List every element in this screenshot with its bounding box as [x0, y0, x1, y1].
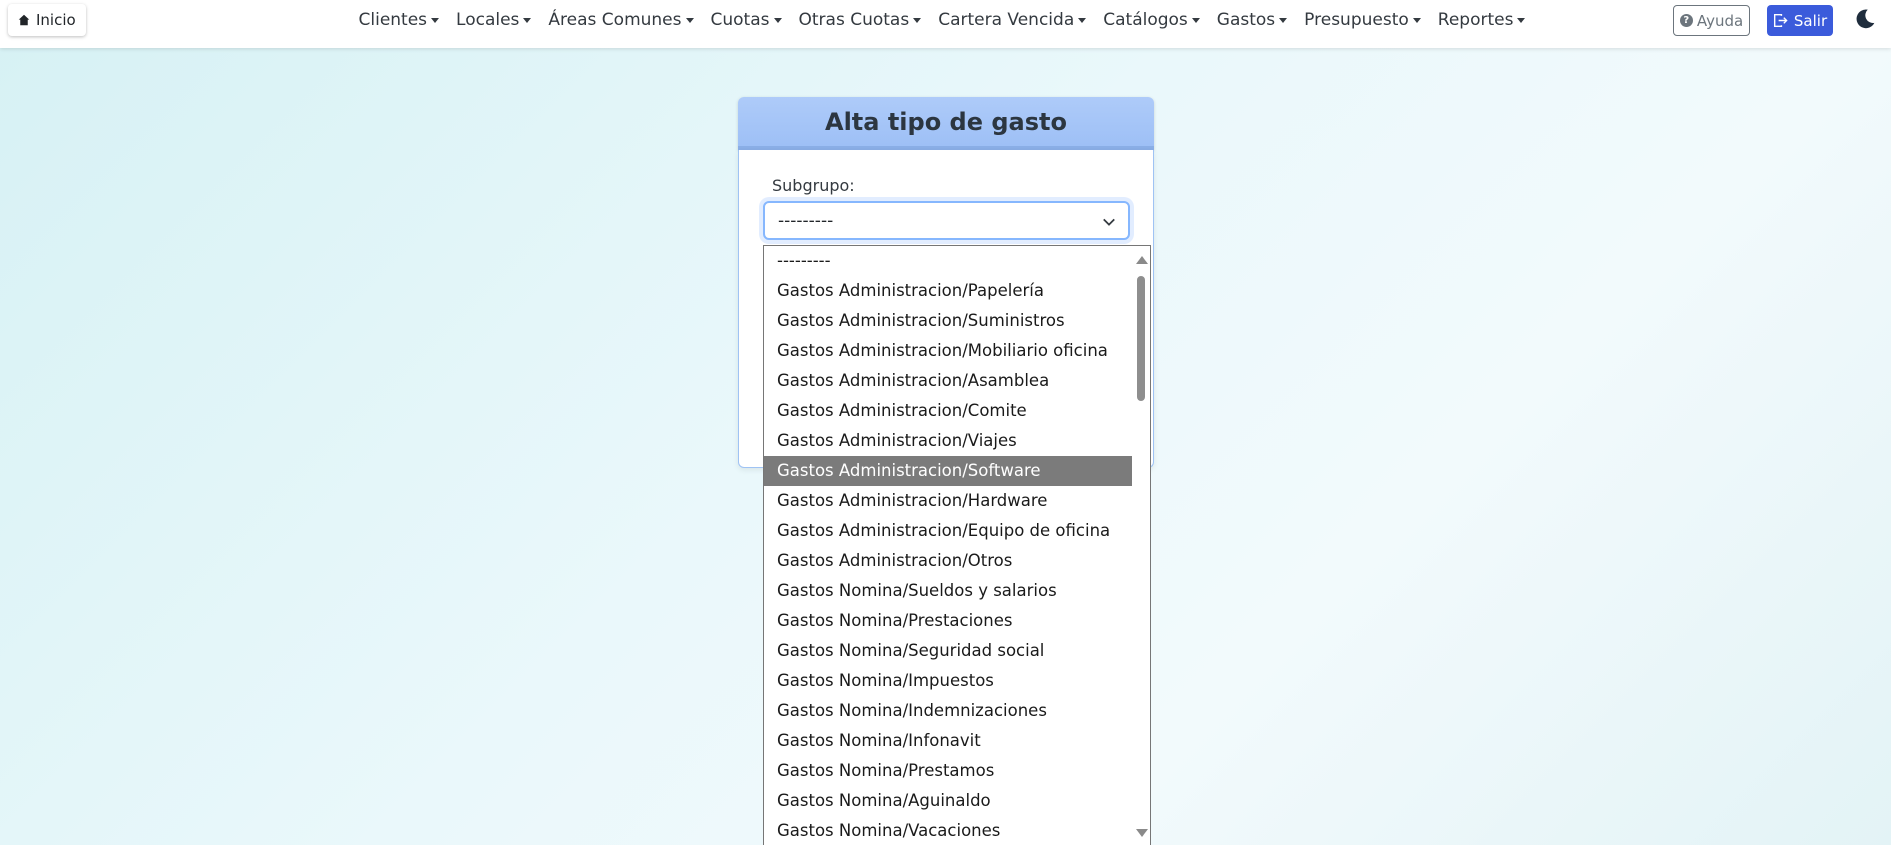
caret-down-icon	[1517, 17, 1526, 23]
caret-down-icon	[1078, 17, 1087, 23]
scroll-down-arrow-icon[interactable]	[1136, 829, 1148, 837]
question-circle-icon: ?	[1679, 14, 1693, 27]
logout-icon	[1773, 13, 1788, 28]
menu-reportes-label: Reportes	[1437, 10, 1514, 30]
help-button[interactable]: ? Ayuda	[1673, 5, 1750, 36]
dropdown-option[interactable]: Gastos Nomina/Vacaciones	[764, 816, 1132, 845]
scroll-up-arrow-icon[interactable]	[1136, 256, 1148, 264]
menu-gastos[interactable]: Gastos	[1208, 10, 1295, 30]
home-button[interactable]: Inicio	[8, 4, 86, 36]
dropdown-option[interactable]: Gastos Administracion/Papelería	[764, 276, 1132, 306]
dropdown-option[interactable]: Gastos Administracion/Hardware	[764, 486, 1132, 516]
caret-down-icon	[1191, 17, 1200, 23]
caret-down-icon	[431, 17, 440, 23]
menu-areas-comunes[interactable]: Áreas Comunes	[540, 10, 702, 30]
chevron-down-icon	[1103, 218, 1115, 226]
menu-cartera-vencida-label: Cartera Vencida	[938, 10, 1075, 30]
menu-otras-cuotas-label: Otras Cuotas	[798, 10, 910, 30]
dropdown-scrollbar[interactable]	[1132, 246, 1150, 845]
caret-down-icon	[523, 17, 532, 23]
main-menu: Clientes Locales Áreas Comunes Cuotas Ot…	[350, 0, 1534, 40]
home-icon	[18, 14, 30, 26]
dropdown-option[interactable]: Gastos Administracion/Viajes	[764, 426, 1132, 456]
dropdown-option[interactable]: Gastos Administracion/Suministros	[764, 306, 1132, 336]
menu-areas-comunes-label: Áreas Comunes	[548, 10, 682, 30]
caret-down-icon	[685, 17, 694, 23]
dropdown-option[interactable]: Gastos Administracion/Comite	[764, 396, 1132, 426]
form-title: Alta tipo de gasto	[825, 107, 1067, 136]
caret-down-icon	[1279, 17, 1288, 23]
dropdown-option[interactable]: Gastos Administracion/Mobiliario oficina	[764, 336, 1132, 366]
menu-cuotas-label: Cuotas	[710, 10, 770, 30]
dropdown-option[interactable]: Gastos Administracion/Software	[764, 456, 1132, 486]
menu-catalogos-label: Catálogos	[1103, 10, 1188, 30]
caret-down-icon	[1412, 17, 1421, 23]
dropdown-option[interactable]: Gastos Nomina/Indemnizaciones	[764, 696, 1132, 726]
dropdown-options: --------- Gastos Administracion/Papelería…	[764, 246, 1132, 845]
dropdown-option[interactable]: Gastos Administracion/Equipo de oficina	[764, 516, 1132, 546]
dropdown-option[interactable]: ---------	[764, 246, 1132, 276]
menu-locales-label: Locales	[456, 10, 520, 30]
caret-down-icon	[913, 17, 922, 23]
top-navbar: Inicio Clientes Locales Áreas Comunes Cu…	[0, 0, 1891, 48]
menu-presupuesto-label: Presupuesto	[1304, 10, 1409, 30]
menu-catalogos[interactable]: Catálogos	[1095, 10, 1209, 30]
dropdown-option[interactable]: Gastos Nomina/Impuestos	[764, 666, 1132, 696]
dropdown-option[interactable]: Gastos Nomina/Infonavit	[764, 726, 1132, 756]
logout-button[interactable]: Salir	[1767, 5, 1833, 36]
menu-gastos-label: Gastos	[1216, 10, 1276, 30]
home-button-label: Inicio	[36, 11, 76, 29]
dropdown-option[interactable]: Gastos Administracion/Otros	[764, 546, 1132, 576]
menu-clientes[interactable]: Clientes	[350, 10, 448, 30]
subgrupo-dropdown-list[interactable]: --------- Gastos Administracion/Papelería…	[763, 245, 1151, 845]
subgrupo-label: Subgrupo:	[772, 176, 855, 195]
dropdown-option[interactable]: Gastos Nomina/Sueldos y salarios	[764, 576, 1132, 606]
dropdown-option[interactable]: Gastos Nomina/Prestaciones	[764, 606, 1132, 636]
menu-cartera-vencida[interactable]: Cartera Vencida	[930, 10, 1095, 30]
subgrupo-select-value: ---------	[778, 210, 834, 231]
dropdown-option[interactable]: Gastos Nomina/Prestamos	[764, 756, 1132, 786]
dropdown-option[interactable]: Gastos Administracion/Asamblea	[764, 366, 1132, 396]
menu-clientes-label: Clientes	[358, 10, 428, 30]
subgrupo-select[interactable]: ---------	[763, 201, 1130, 240]
menu-reportes[interactable]: Reportes	[1429, 10, 1534, 30]
menu-presupuesto[interactable]: Presupuesto	[1296, 10, 1430, 30]
dropdown-option[interactable]: Gastos Nomina/Aguinaldo	[764, 786, 1132, 816]
help-button-label: Ayuda	[1696, 11, 1744, 30]
caret-down-icon	[773, 17, 782, 23]
form-card-header: Alta tipo de gasto	[738, 97, 1154, 150]
scrollbar-thumb[interactable]	[1137, 276, 1145, 401]
menu-otras-cuotas[interactable]: Otras Cuotas	[790, 10, 930, 30]
menu-cuotas[interactable]: Cuotas	[702, 10, 790, 30]
dark-mode-toggle-icon[interactable]	[1854, 8, 1876, 30]
logout-button-label: Salir	[1793, 11, 1828, 30]
menu-locales[interactable]: Locales	[448, 10, 540, 30]
dropdown-option[interactable]: Gastos Nomina/Seguridad social	[764, 636, 1132, 666]
